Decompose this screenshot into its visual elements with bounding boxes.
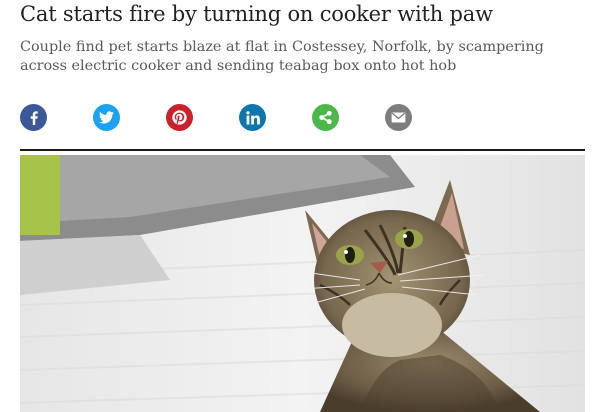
pinterest-icon [172,110,187,125]
share-pinterest-button[interactable] [166,104,193,131]
share-twitter-button[interactable] [93,104,120,131]
twitter-icon [99,111,114,124]
share-generic-button[interactable] [312,104,339,131]
section-divider [20,149,585,151]
share-linkedin-button[interactable] [239,104,266,131]
linkedin-icon [245,110,260,124]
article-photo [20,155,585,412]
share-facebook-button[interactable] [20,104,47,131]
share-icon [319,110,332,125]
email-icon [391,112,406,123]
facebook-icon [30,110,38,125]
share-email-button[interactable] [385,104,412,131]
share-bar [20,104,600,132]
article-standfirst: Couple find pet starts blaze at flat in … [20,39,544,74]
article-headline: Cat starts fire by turning on cooker wit… [20,2,493,26]
